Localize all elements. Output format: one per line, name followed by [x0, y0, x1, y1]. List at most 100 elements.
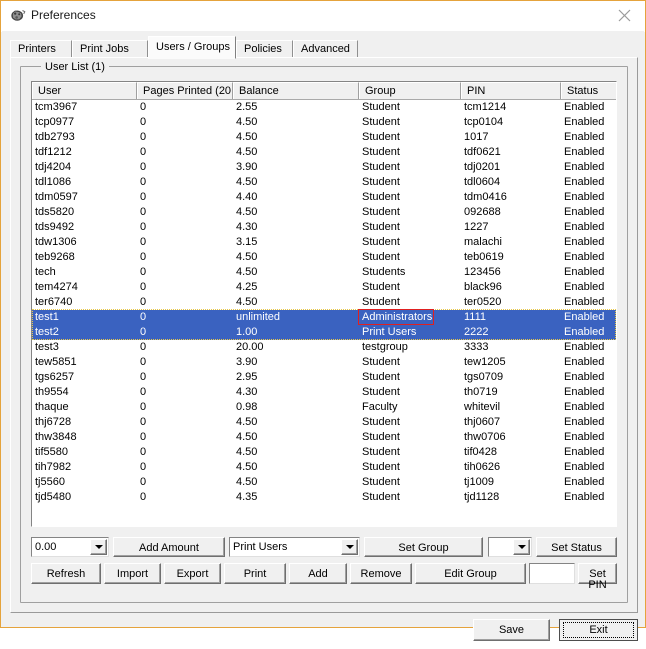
table-row[interactable]: tjd5480 0 4.35 Student tjd1128 Enabled [32, 490, 616, 505]
chevron-down-icon[interactable] [513, 539, 530, 555]
table-row[interactable]: tcm3967 0 2.55 Student tcm1214 Enabled [32, 100, 616, 115]
column-header-group[interactable]: Group [359, 82, 461, 99]
add-button[interactable]: Add [289, 563, 347, 584]
cell-pin: tif0428 [464, 446, 498, 458]
exit-button[interactable]: Exit [559, 619, 638, 641]
cell-pin: tjd1128 [464, 491, 500, 503]
cell-status: Enabled [564, 131, 605, 143]
column-header-status[interactable]: Status [561, 82, 616, 99]
table-row[interactable]: tdm0597 0 4.40 Student tdm0416 Enabled [32, 190, 616, 205]
cell-status: Enabled [564, 266, 605, 278]
cell-pages-printed: 0 [140, 131, 147, 143]
set-pin-button[interactable]: Set PIN [578, 563, 617, 591]
print-button[interactable]: Print [224, 563, 286, 584]
cell-pin: 3333 [464, 341, 489, 353]
save-button[interactable]: Save [473, 619, 550, 641]
table-row[interactable]: tew5851 0 3.90 Student tew1205 Enabled [32, 355, 616, 370]
cell-status: Enabled [564, 356, 605, 368]
cell-balance: 4.50 [236, 431, 258, 443]
table-row[interactable]: tj5560 0 4.50 Student tj1009 Enabled [32, 475, 616, 490]
table-row[interactable]: test3 0 20.00 testgroup 3333 Enabled [32, 340, 616, 355]
user-list-table[interactable]: User Pages Printed (20... Balance Group … [31, 81, 617, 527]
preferences-window: Preferences Printers Print Jobs Users / … [0, 0, 646, 641]
table-row[interactable]: test1 0 unlimited Administrators 1111 Enabled [32, 310, 616, 325]
cell-user: tds9492 [35, 221, 75, 233]
table-row[interactable]: tech 0 4.50 Students 123456 Enabled [32, 265, 616, 280]
refresh-button[interactable]: Refresh [31, 563, 101, 584]
cell-pin: tcm1214 [464, 101, 507, 113]
cell-pin: th0719 [464, 386, 498, 398]
column-header-pages[interactable]: Pages Printed (20... [137, 82, 233, 99]
table-row[interactable]: ter6740 0 4.50 Student ter0520 Enabled [32, 295, 616, 310]
group-combo[interactable]: Print Users [229, 537, 360, 557]
table-row[interactable]: teb9268 0 4.50 Student teb0619 Enabled [32, 250, 616, 265]
table-row[interactable]: tdf1212 0 4.50 Student tdf0621 Enabled [32, 145, 616, 160]
edit-group-button[interactable]: Edit Group [415, 563, 526, 584]
set-status-button[interactable]: Set Status [536, 537, 617, 557]
tab-advanced[interactable]: Advanced [293, 40, 358, 58]
table-row[interactable]: tds5820 0 4.50 Student 092688 Enabled [32, 205, 616, 220]
column-header-user[interactable]: User [32, 82, 137, 99]
cell-status: Enabled [564, 281, 605, 293]
add-amount-button[interactable]: Add Amount [113, 537, 225, 557]
cell-group: Administrators [362, 311, 433, 323]
remove-label: Remove [360, 568, 402, 580]
table-row[interactable]: tem4274 0 4.25 Student black96 Enabled [32, 280, 616, 295]
cell-user: thaque [35, 401, 69, 413]
tab-print-jobs[interactable]: Print Jobs [72, 40, 148, 58]
cell-user: tdw1306 [35, 236, 77, 248]
table-row[interactable]: tif5580 0 4.50 Student tif0428 Enabled [32, 445, 616, 460]
cell-group: Student [362, 236, 400, 248]
tab-policies[interactable]: Policies [236, 40, 293, 58]
table-row[interactable]: thaque 0 0.98 Faculty whitevil Enabled [32, 400, 616, 415]
cell-pin: black96 [464, 281, 502, 293]
tab-users-groups[interactable]: Users / Groups [148, 36, 236, 59]
column-header-pin[interactable]: PIN [461, 82, 561, 99]
table-row[interactable]: tds9492 0 4.30 Student 1227 Enabled [32, 220, 616, 235]
table-row[interactable]: tgs6257 0 2.95 Student tgs0709 Enabled [32, 370, 616, 385]
table-row[interactable]: th9554 0 4.30 Student th0719 Enabled [32, 385, 616, 400]
cell-pin: 2222 [464, 326, 489, 338]
pin-input[interactable] [529, 563, 575, 584]
set-status-label: Set Status [551, 542, 602, 554]
cell-user: tjd5480 [35, 491, 72, 503]
table-row[interactable]: thw3848 0 4.50 Student thw0706 Enabled [32, 430, 616, 445]
set-group-button[interactable]: Set Group [364, 537, 483, 557]
table-row[interactable]: test2 0 1.00 Print Users 2222 Enabled [32, 325, 616, 340]
amount-combo[interactable]: 0.00 [31, 537, 109, 557]
remove-button[interactable]: Remove [350, 563, 412, 584]
table-row[interactable]: tih7982 0 4.50 Student tih0626 Enabled [32, 460, 616, 475]
chevron-down-icon[interactable] [341, 539, 358, 555]
cell-group: Student [362, 161, 400, 173]
client-area: Printers Print Jobs Users / Groups Polic… [2, 31, 644, 641]
status-combo[interactable] [488, 537, 532, 557]
cell-group: Student [362, 251, 400, 263]
cell-group: Student [362, 146, 400, 158]
column-header-balance[interactable]: Balance [233, 82, 359, 99]
cell-user: tew5851 [35, 356, 77, 368]
table-row[interactable]: tdw1306 0 3.15 Student malachi Enabled [32, 235, 616, 250]
cell-status: Enabled [564, 431, 605, 443]
cell-user: teb9268 [35, 251, 75, 263]
cell-pin: tdl0604 [464, 176, 501, 188]
table-row[interactable]: tdj4204 0 3.90 Student tdj0201 Enabled [32, 160, 616, 175]
tab-label: Advanced [301, 43, 350, 55]
table-row[interactable]: tcp0977 0 4.50 Student tcp0104 Enabled [32, 115, 616, 130]
cell-group: Student [362, 131, 400, 143]
cell-balance: 20.00 [236, 341, 264, 353]
export-button[interactable]: Export [164, 563, 221, 584]
import-button[interactable]: Import [104, 563, 161, 584]
chevron-down-icon[interactable] [90, 539, 107, 555]
cell-user: tds5820 [35, 206, 75, 218]
table-row[interactable]: tdb2793 0 4.50 Student 1017 Enabled [32, 130, 616, 145]
table-row[interactable]: thj6728 0 4.50 Student thj0607 Enabled [32, 415, 616, 430]
cell-group: Student [362, 386, 400, 398]
set-group-label: Set Group [398, 542, 449, 554]
close-icon[interactable] [611, 6, 637, 26]
cell-pages-printed: 0 [140, 326, 147, 338]
table-row[interactable]: tdl1086 0 4.50 Student tdl0604 Enabled [32, 175, 616, 190]
cell-group: Student [362, 206, 400, 218]
tab-printers[interactable]: Printers [10, 40, 72, 58]
cell-balance: 3.15 [236, 236, 258, 248]
cell-user: ter6740 [35, 296, 73, 308]
